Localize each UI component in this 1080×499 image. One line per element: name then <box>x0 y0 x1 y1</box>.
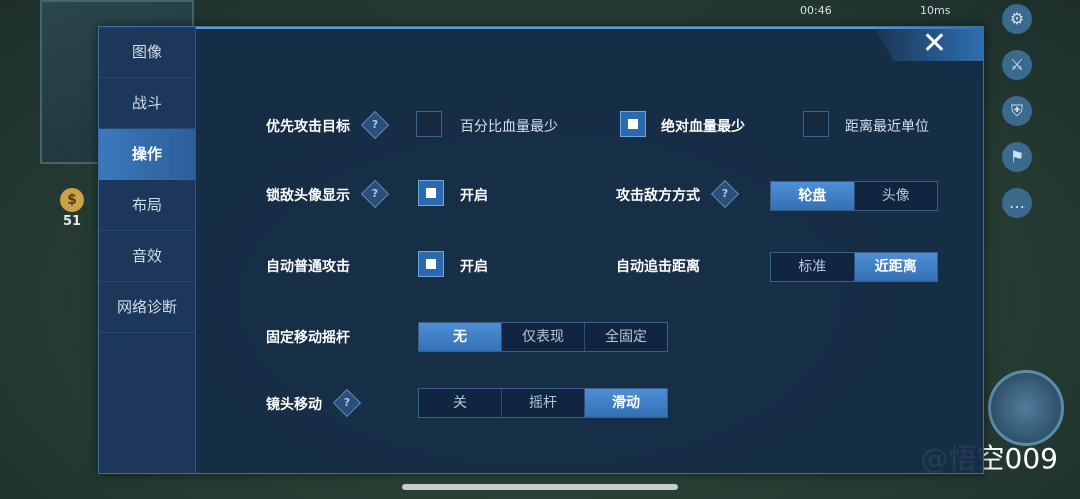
chase-distance-standard[interactable]: 标准 <box>771 253 855 281</box>
checkbox-auto-attack[interactable] <box>418 251 444 277</box>
lock-avatar-option: 开启 <box>460 188 488 204</box>
option-absolute-hp: 绝对血量最少 <box>661 119 745 135</box>
help-icon[interactable]: ? <box>710 179 740 209</box>
chase-distance-toggle: 标准 近距离 <box>770 252 938 282</box>
game-timer: 00:46 <box>800 4 832 17</box>
chase-distance-close[interactable]: 近距离 <box>854 253 937 281</box>
camera-move-joystick[interactable]: 摇杆 <box>502 389 585 417</box>
auto-attack-label: 自动普通攻击 <box>266 259 350 275</box>
checkbox-nearest-unit[interactable] <box>803 111 829 137</box>
attack-mode-row: 攻击敌方方式 ? <box>616 179 740 209</box>
help-icon[interactable]: ? <box>332 388 362 418</box>
panel-top-border <box>99 27 983 29</box>
chat-icon[interactable]: … <box>1002 188 1032 218</box>
lock-avatar-label: 锁敌头像显示 <box>266 188 350 204</box>
camera-move-swipe[interactable]: 滑动 <box>585 389 667 417</box>
attack-mode-toggle: 轮盘 头像 <box>770 181 938 211</box>
tab-layout[interactable]: 布局 <box>99 180 195 231</box>
checkbox-percent-hp[interactable] <box>416 111 442 137</box>
priority-target-label: 优先攻击目标 <box>266 119 350 135</box>
help-icon[interactable]: ? <box>360 179 390 209</box>
attack-mode-wheel[interactable]: 轮盘 <box>771 182 855 210</box>
network-latency: 10ms <box>920 4 951 17</box>
right-hud-icons: ⚙ ⚔ ⛨ ⚑ … <box>1002 4 1032 234</box>
flag-icon[interactable]: ⚑ <box>1002 142 1032 172</box>
tab-battle[interactable]: 战斗 <box>99 78 195 129</box>
close-icon[interactable]: ✕ <box>922 29 947 59</box>
camera-move-off[interactable]: 关 <box>419 389 502 417</box>
camera-move-label: 镜头移动 <box>266 397 322 413</box>
gold-counter: $ 51 <box>52 188 92 238</box>
tab-graphics[interactable]: 图像 <box>99 27 195 78</box>
option-percent-hp: 百分比血量最少 <box>460 119 558 135</box>
sword-icon[interactable]: ⚔ <box>1002 50 1032 80</box>
option-nearest-unit: 距离最近单位 <box>845 119 929 135</box>
auto-attack-option: 开启 <box>460 259 488 275</box>
shield-icon[interactable]: ⛨ <box>1002 96 1032 126</box>
attack-skill[interactable] <box>988 370 1064 446</box>
chase-distance-label: 自动追击距离 <box>616 259 700 275</box>
lock-avatar-row: 锁敌头像显示 ? <box>266 179 390 209</box>
priority-target-row: 优先攻击目标 ? <box>266 110 390 140</box>
fixed-joystick-visual[interactable]: 仅表现 <box>502 323 585 351</box>
home-indicator[interactable] <box>402 484 678 490</box>
attack-mode-avatar[interactable]: 头像 <box>855 182 938 210</box>
tab-network-diagnosis[interactable]: 网络诊断 <box>99 282 195 333</box>
attack-mode-label: 攻击敌方方式 <box>616 188 700 204</box>
fixed-joystick-toggle: 无 仅表现 全固定 <box>418 322 668 352</box>
fixed-joystick-label: 固定移动摇杆 <box>266 330 350 346</box>
fixed-joystick-none[interactable]: 无 <box>419 323 502 351</box>
tab-sound[interactable]: 音效 <box>99 231 195 282</box>
checkbox-absolute-hp[interactable] <box>620 111 646 137</box>
camera-move-row: 镜头移动 ? <box>266 388 362 418</box>
checkbox-lock-avatar[interactable] <box>418 180 444 206</box>
settings-sidebar: 图像 战斗 操作 布局 音效 网络诊断 <box>99 27 196 473</box>
money-bag-icon: $ <box>60 188 84 212</box>
settings-panel: ✕ 图像 战斗 操作 布局 音效 网络诊断 优先攻击目标 ? 百分比血量最少 绝… <box>98 26 984 474</box>
gold-amount: 51 <box>62 214 82 229</box>
gear-icon[interactable]: ⚙ <box>1002 4 1032 34</box>
camera-move-toggle: 关 摇杆 滑动 <box>418 388 668 418</box>
fixed-joystick-full[interactable]: 全固定 <box>585 323 667 351</box>
tab-controls[interactable]: 操作 <box>99 129 195 180</box>
help-icon[interactable]: ? <box>360 110 390 140</box>
